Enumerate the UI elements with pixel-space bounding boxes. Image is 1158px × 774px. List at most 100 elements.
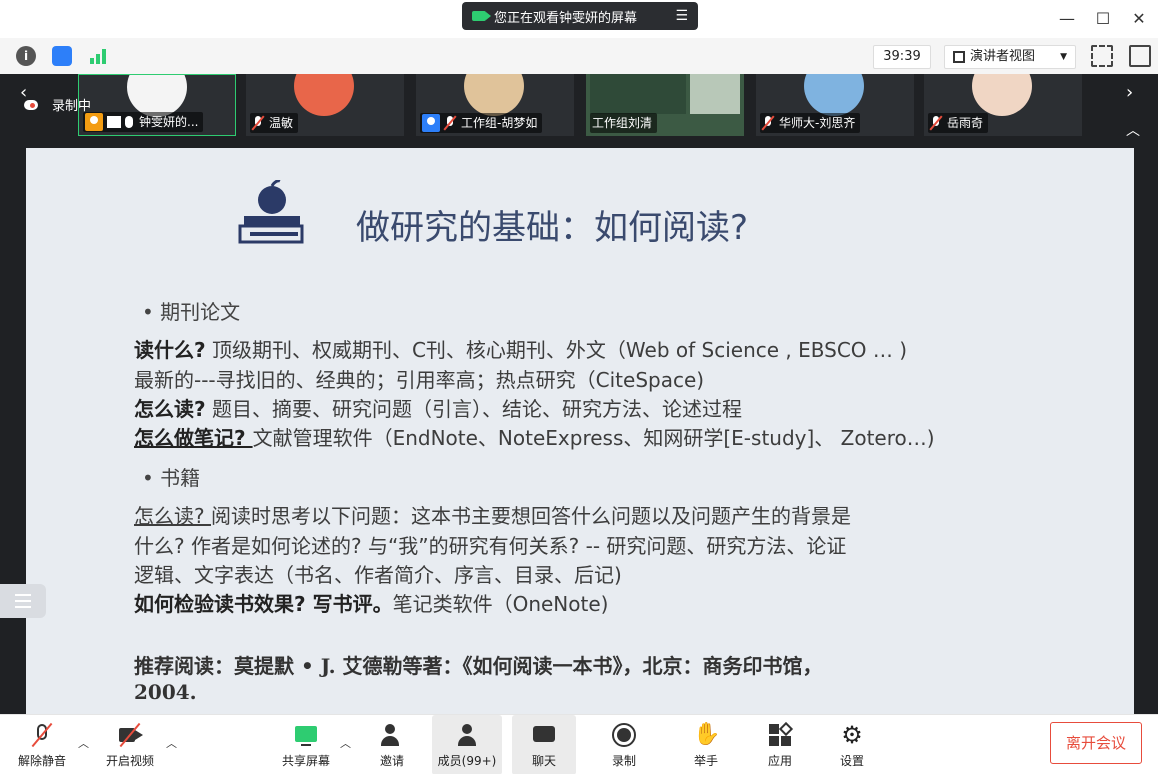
video-off-icon [117, 722, 143, 748]
user-icon [422, 114, 440, 132]
participant-tile[interactable]: 钟雯妍的... [78, 74, 236, 136]
unmute-label: 解除静音 [17, 753, 66, 768]
recording-indicator: 录制中 [24, 95, 91, 114]
members-button[interactable]: 成员(99+) [432, 715, 502, 774]
invite-button[interactable]: 邀请 [366, 715, 418, 774]
participant-strip: ‹ 钟雯妍的... 温敏 工作组-胡梦如 工作组刘清 华师大-刘思齐 岳雨奇 ›… [0, 74, 1158, 148]
sharing-indicator[interactable]: 您正在观看钟雯妍的屏幕 ☰ [462, 2, 698, 30]
share-screen-label: 共享屏幕 [281, 753, 330, 768]
recording-label: 录制中 [52, 99, 92, 114]
start-video-button[interactable]: 开启视频 [98, 715, 162, 774]
share-options-caret[interactable]: ︿ [340, 735, 351, 751]
sidebar-toggle-icon[interactable] [1129, 45, 1151, 67]
participant-label: 温敏 [250, 113, 299, 133]
presentation-slide: 做研究的基础：如何阅读? • 期刊论文 读什么? 顶级期刊、权威期刊、C刊、核心… [26, 148, 1134, 714]
raise-hand-label: 举手 [693, 753, 718, 768]
audio-options-caret[interactable]: ︿ [78, 735, 89, 751]
menu-icon[interactable]: ☰ [675, 8, 688, 24]
unmute-button[interactable]: 解除静音 [10, 715, 74, 774]
line-heading: 怎么读? [134, 397, 206, 421]
line-text: 顶级期刊、权威期刊、C刊、核心期刊、外文（Web of Science , EB… [205, 338, 908, 362]
avatar [972, 74, 1032, 116]
participant-label: 钟雯妍的... [83, 112, 204, 132]
invite-label: 邀请 [379, 753, 404, 768]
participant-tile[interactable]: 华师大-刘思齐 [756, 74, 914, 136]
chat-icon [531, 722, 557, 748]
slide-line: 怎么读? 题目、摘要、研究问题（引言）、结论、研究方法、论述过程 [134, 393, 742, 422]
slide-line: 逻辑、文字表达（书名、作者简介、序言、目录、后记) [134, 563, 622, 587]
users-icon [454, 722, 480, 748]
recommended-reading-year: 2004. [134, 680, 197, 704]
settings-button[interactable]: ⚙ 设置 [824, 715, 880, 774]
line-heading: 读什么? [134, 338, 206, 362]
side-panel-handle[interactable] [0, 584, 46, 618]
record-icon [611, 722, 637, 748]
share-screen-icon [293, 722, 319, 748]
slide-title: 做研究的基础：如何阅读? [356, 208, 749, 248]
participant-name: 华师大-刘思齐 [779, 116, 856, 130]
mic-off-icon [930, 116, 942, 130]
close-button[interactable]: ✕ [1128, 8, 1150, 30]
slide-line: 最新的---寻找旧的、经典的；引用率高；热点研究（CiteSpace) [134, 368, 705, 392]
hand-icon: ✋ [693, 721, 721, 747]
start-video-label: 开启视频 [105, 753, 154, 768]
video-options-caret[interactable]: ︿ [166, 735, 177, 751]
avatar [464, 74, 524, 116]
info-icon[interactable]: i [16, 46, 36, 66]
line-text: 笔记类软件（OneNote) [392, 592, 609, 616]
video-feed [590, 74, 686, 114]
line-text: 阅读时思考以下问题：这本书主要想回答什么问题以及问题产生的背景是 [210, 504, 851, 528]
fullscreen-icon[interactable] [1091, 45, 1113, 67]
slide-line: 怎么做笔记? 文献管理软件（EndNote、NoteExpress、知网研学[E… [134, 422, 935, 451]
line-heading: 如何检验读书效果? 写书评。 [134, 592, 393, 616]
line-text: 文献管理软件（EndNote、NoteExpress、知网研学[E-study]… [252, 426, 935, 450]
slide-line: 怎么读? 阅读时思考以下问题：这本书主要想回答什么问题以及问题产生的背景是 [134, 500, 851, 529]
participant-tile[interactable]: 岳雨奇 [924, 74, 1082, 136]
recording-icon [24, 99, 38, 110]
mic-off-icon [762, 116, 774, 130]
line-heading: 怎么做笔记? [134, 426, 253, 450]
participant-label: 工作组刘清 [590, 113, 658, 133]
members-label: 成员(99+) [437, 753, 497, 768]
layout-icon [953, 51, 965, 63]
user-icon [85, 113, 103, 131]
chevron-up-icon[interactable]: ︿ [1126, 120, 1140, 140]
participant-name: 钟雯妍的... [139, 115, 199, 129]
chevron-down-icon: ▼ [1060, 52, 1067, 62]
participant-label: 工作组-胡梦如 [420, 113, 543, 133]
bullet-books: • 书籍 [142, 466, 201, 490]
sharing-text: 您正在观看钟雯妍的屏幕 [494, 10, 638, 26]
title-bar: 您正在观看钟雯妍的屏幕 ☰ — ☐ ✕ [0, 0, 1158, 38]
raise-hand-button[interactable]: ✋ 举手 [678, 715, 734, 774]
minimize-button[interactable]: — [1056, 8, 1078, 30]
line-heading: 怎么读? [134, 504, 211, 528]
participant-tile[interactable]: 工作组-胡梦如 [416, 74, 574, 136]
participant-tile[interactable]: 工作组刘清 [586, 74, 744, 136]
chat-button[interactable]: 聊天 [512, 715, 576, 774]
record-button[interactable]: 录制 [596, 715, 652, 774]
chat-label: 聊天 [531, 753, 556, 768]
avatar [804, 74, 864, 116]
slide-line: 如何检验读书效果? 写书评。笔记类软件（OneNote) [134, 588, 608, 617]
video-feed [690, 74, 740, 114]
participant-tile[interactable]: 温敏 [246, 74, 404, 136]
meeting-toolbar: 解除静音 ︿ 开启视频 ︿ 共享屏幕 ︿ 邀请 成员(99+) 聊天 录制 ✋ … [0, 714, 1158, 774]
meeting-timer: 39:39 [873, 45, 931, 69]
participant-name: 工作组刘清 [592, 116, 653, 130]
chevron-right-icon[interactable]: › [1126, 82, 1133, 103]
avatar [127, 75, 187, 117]
shared-screen: 做研究的基础：如何阅读? • 期刊论文 读什么? 顶级期刊、权威期刊、C刊、核心… [0, 148, 1158, 714]
share-screen-button[interactable]: 共享屏幕 [274, 715, 338, 774]
participant-name: 工作组-胡梦如 [461, 116, 538, 130]
signal-icon[interactable] [90, 48, 110, 64]
view-mode-button[interactable]: 演讲者视图 ▼ [944, 45, 1076, 69]
apps-button[interactable]: 应用 [752, 715, 808, 774]
mic-off-icon [252, 116, 264, 130]
apps-label: 应用 [767, 753, 792, 768]
line-text: 题目、摘要、研究问题（引言）、结论、研究方法、论述过程 [205, 397, 742, 421]
maximize-button[interactable]: ☐ [1092, 8, 1114, 30]
slide-line: 读什么? 顶级期刊、权威期刊、C刊、核心期刊、外文（Web of Science… [134, 334, 907, 363]
shield-icon[interactable] [52, 46, 72, 66]
leave-meeting-button[interactable]: 离开会议 [1050, 722, 1142, 764]
gear-icon: ⚙ [841, 720, 863, 749]
